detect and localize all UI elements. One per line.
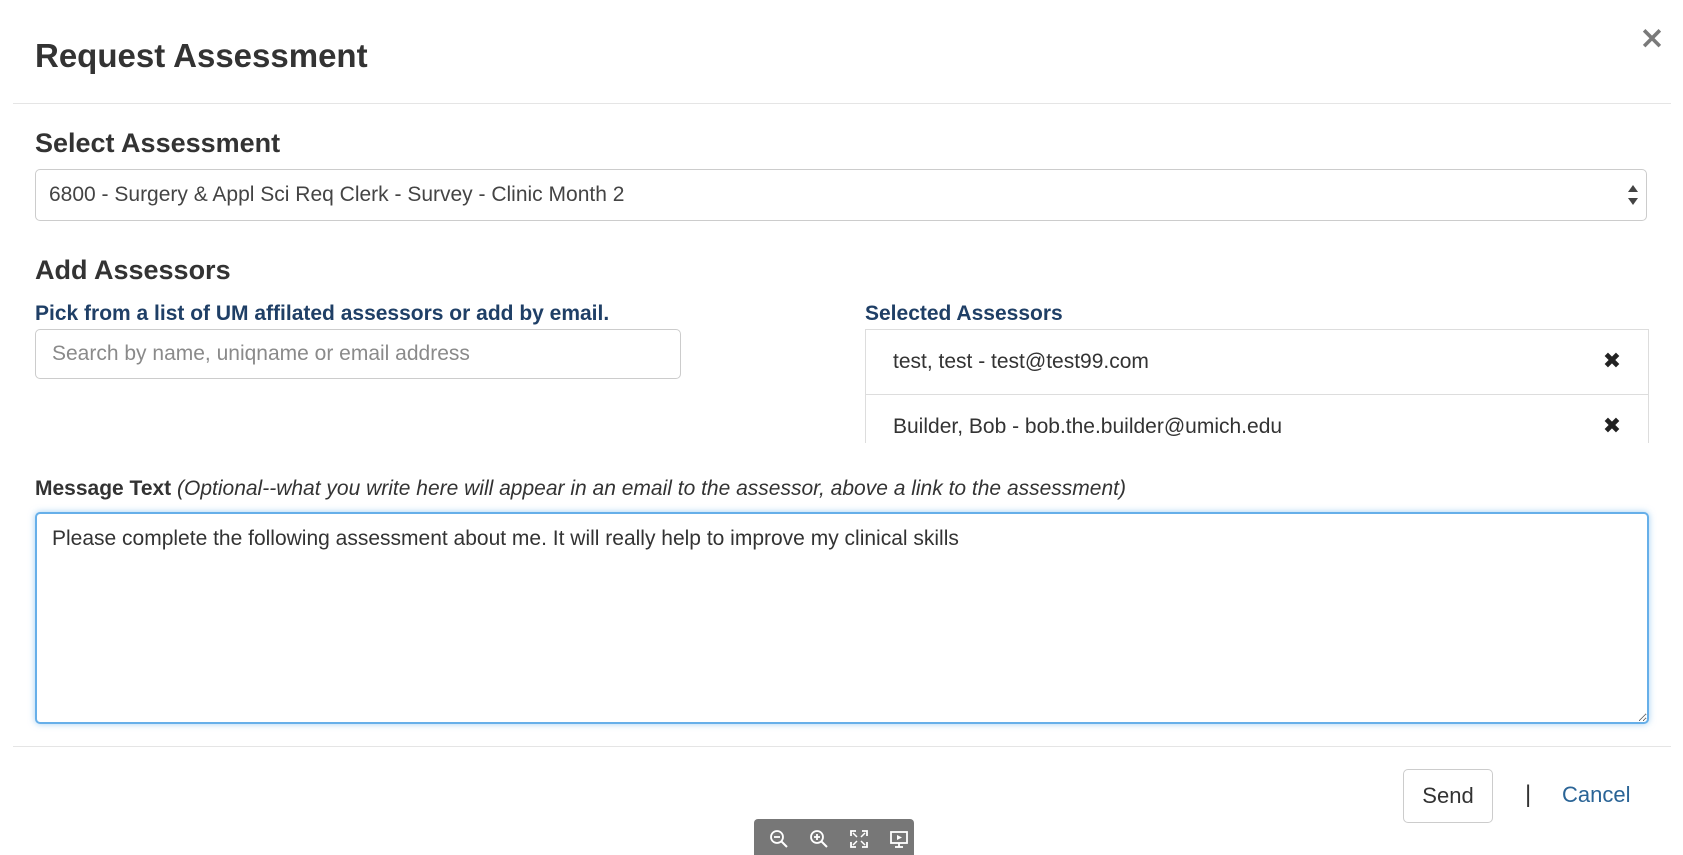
presentation-icon [890, 830, 908, 848]
viewer-toolbar [754, 819, 914, 855]
fullscreen-button[interactable] [844, 823, 874, 851]
assessor-item: test, test - test@test99.com ✖ [865, 329, 1649, 395]
assessor-text: Builder, Bob - bob.the.builder@umich.edu [893, 415, 1283, 438]
zoom-in-button[interactable] [804, 823, 834, 851]
remove-assessor-button[interactable]: ✖ [1600, 415, 1624, 439]
header-divider [13, 103, 1671, 104]
message-textarea[interactable]: Please complete the following assessment… [35, 512, 1649, 724]
presentation-button[interactable] [884, 823, 914, 851]
message-label-hint: (Optional--what you write here will appe… [177, 477, 1126, 500]
modal-title: Request Assessment [35, 37, 368, 74]
send-button[interactable]: Send [1403, 769, 1493, 823]
zoom-in-icon [810, 829, 828, 848]
assessor-search-label: Pick from a list of UM affilated assesso… [35, 302, 610, 325]
add-assessors-heading: Add Assessors [35, 255, 231, 285]
assessment-select-value: 6800 - Surgery & Appl Sci Req Clerk - Su… [49, 183, 625, 206]
zoom-out-button[interactable] [764, 823, 794, 851]
selected-assessors-list: test, test - test@test99.com ✖ Builder, … [865, 329, 1649, 443]
footer-divider [13, 746, 1671, 747]
assessment-select[interactable]: 6800 - Surgery & Appl Sci Req Clerk - Su… [35, 169, 1647, 221]
assessor-item: Builder, Bob - bob.the.builder@umich.edu… [865, 394, 1649, 443]
zoom-out-icon [770, 829, 788, 848]
select-assessment-heading: Select Assessment [35, 128, 281, 158]
assessor-search-input[interactable] [35, 329, 681, 379]
remove-assessor-button[interactable]: ✖ [1600, 350, 1624, 374]
message-label-title: Message Text [35, 477, 172, 500]
assessor-text: test, test - test@test99.com [893, 350, 1149, 373]
message-label: Message Text (Optional--what you write h… [35, 476, 1126, 502]
cancel-link[interactable]: Cancel [1562, 780, 1630, 810]
select-arrows-icon [1628, 185, 1638, 205]
fullscreen-icon [850, 829, 868, 848]
close-button[interactable]: × [1636, 18, 1668, 58]
selected-assessors-label: Selected Assessors [865, 302, 1063, 325]
request-assessment-modal: × Request Assessment Select Assessment 6… [0, 0, 1683, 855]
footer-separator: | [1525, 781, 1532, 808]
